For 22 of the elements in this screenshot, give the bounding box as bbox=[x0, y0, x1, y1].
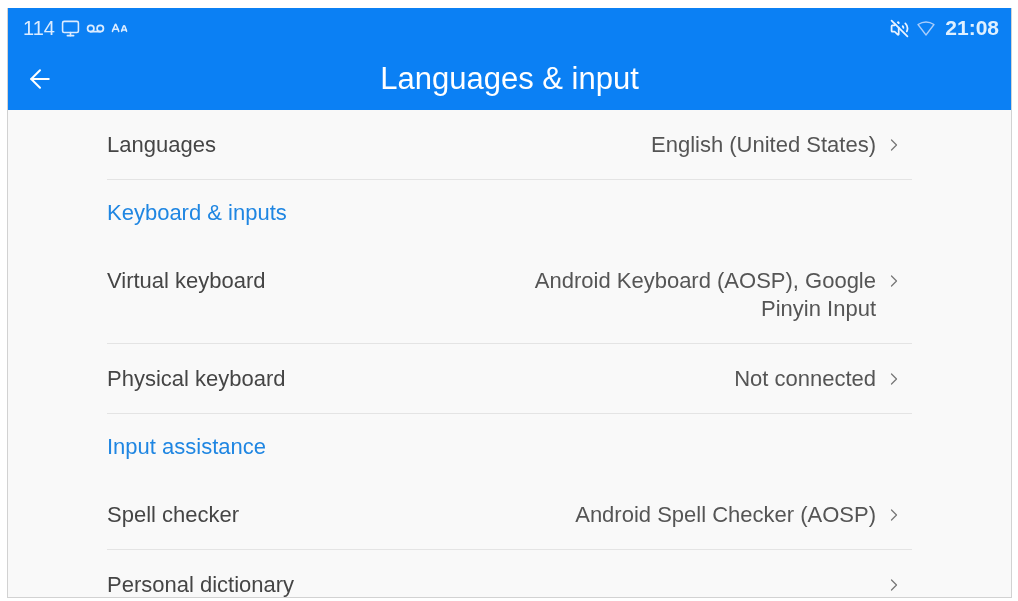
setting-label: Physical keyboard bbox=[107, 365, 286, 393]
status-text: 114 bbox=[23, 17, 55, 39]
clock-time: 21:08 bbox=[945, 16, 999, 40]
muted-speaker-icon bbox=[890, 18, 910, 38]
section-header: Keyboard & inputs bbox=[107, 199, 287, 227]
section-header: Input assistance bbox=[107, 433, 266, 461]
wifi-icon bbox=[917, 20, 936, 36]
setting-value: Android Spell Checker (AOSP) bbox=[575, 501, 876, 529]
setting-label: Personal dictionary bbox=[107, 571, 295, 597]
monitor-icon bbox=[60, 18, 80, 38]
setting-value: Android Keyboard (AOSP), Google Pinyin Input bbox=[533, 267, 876, 323]
setting-value: Not connected bbox=[734, 365, 876, 393]
settings-row[interactable]: Personal dictionary bbox=[107, 550, 912, 597]
setting-label: Spell checker bbox=[107, 501, 240, 529]
setting-value: English (United States) bbox=[651, 131, 876, 159]
setting-label: Virtual keyboard bbox=[107, 267, 266, 295]
settings-row[interactable]: Spell checker Android Spell Checker (AOSP) bbox=[107, 480, 912, 550]
setting-label: Languages bbox=[107, 131, 216, 159]
settings-row[interactable]: Virtual keyboard Android Keyboard (AOSP), Google Pinyin Input bbox=[107, 246, 912, 344]
settings-row[interactable]: Physical keyboard Not connected bbox=[107, 344, 912, 414]
screen-title: Languages & input bbox=[380, 61, 639, 97]
settings-row[interactable]: Languages English (United States) bbox=[107, 110, 912, 180]
